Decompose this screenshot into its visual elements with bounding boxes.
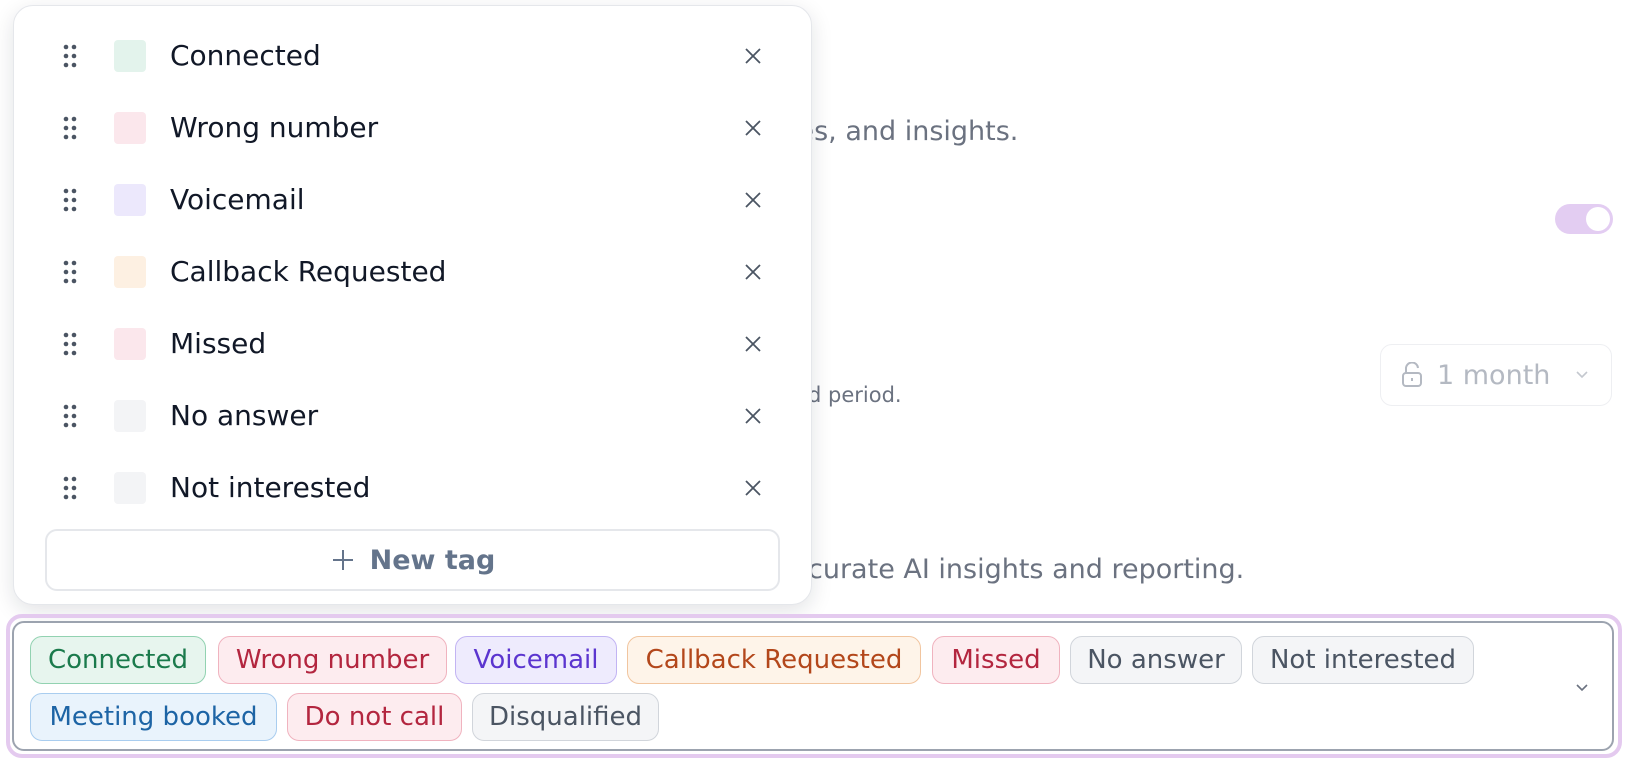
tag-name[interactable]: Wrong number: [170, 111, 378, 144]
tag-row[interactable]: Wrong number: [14, 92, 811, 164]
tag-color-swatch[interactable]: [114, 256, 146, 288]
close-icon[interactable]: [743, 190, 763, 210]
lock-icon: [1402, 362, 1422, 387]
tag-name[interactable]: Missed: [170, 327, 266, 360]
tags-description: curate AI insights and reporting.: [808, 554, 1245, 585]
drag-handle-icon[interactable]: [60, 403, 80, 429]
drag-handle-icon[interactable]: [60, 331, 80, 357]
toggle-knob: [1586, 207, 1610, 231]
drag-handle-icon[interactable]: [60, 115, 80, 141]
close-icon[interactable]: [743, 334, 763, 354]
close-icon[interactable]: [743, 118, 763, 138]
new-tag-label: New tag: [369, 544, 496, 576]
tag-name[interactable]: Voicemail: [170, 183, 305, 216]
tag-color-swatch[interactable]: [114, 184, 146, 216]
selected-tag-chip[interactable]: Do not call: [287, 693, 462, 741]
feature-toggle[interactable]: [1555, 204, 1613, 234]
tag-color-swatch[interactable]: [114, 328, 146, 360]
tag-color-swatch[interactable]: [114, 40, 146, 72]
selected-tag-chip[interactable]: Wrong number: [218, 636, 447, 684]
tag-row[interactable]: Missed: [14, 308, 811, 380]
tag-name[interactable]: Callback Requested: [170, 255, 446, 288]
retention-period-select[interactable]: 1 month: [1380, 344, 1612, 406]
plus-icon: [332, 550, 353, 570]
tag-row[interactable]: Voicemail: [14, 164, 811, 236]
tag-row[interactable]: Connected: [14, 20, 811, 92]
selected-tag-chip[interactable]: Not interested: [1252, 636, 1474, 684]
tag-row[interactable]: Callback Requested: [14, 236, 811, 308]
selected-tag-chip[interactable]: Callback Requested: [627, 636, 921, 684]
close-icon[interactable]: [743, 262, 763, 282]
selected-tag-chip[interactable]: Connected: [30, 636, 206, 684]
close-icon[interactable]: [743, 478, 763, 498]
tag-color-swatch[interactable]: [114, 472, 146, 504]
tag-color-swatch[interactable]: [114, 112, 146, 144]
selected-tag-chip[interactable]: Disqualified: [472, 693, 659, 741]
selected-tag-chip[interactable]: Meeting booked: [30, 693, 277, 741]
tag-editor-panel: Not interested No answer Missed Callback Re…: [13, 5, 812, 605]
chevron-down-icon: [1576, 371, 1588, 379]
tag-name[interactable]: Connected: [170, 39, 321, 72]
close-icon[interactable]: [743, 406, 763, 426]
selected-tag-chip[interactable]: Voicemail: [455, 636, 617, 684]
selected-tag-chip[interactable]: No answer: [1070, 636, 1242, 684]
tag-name[interactable]: Not interested: [170, 471, 370, 504]
close-icon[interactable]: [743, 46, 763, 66]
drag-handle-icon[interactable]: [60, 475, 80, 501]
drag-handle-icon[interactable]: [60, 259, 80, 285]
retention-period-value: 1 month: [1437, 359, 1551, 391]
settings-description: ies, and insights.: [790, 116, 1019, 147]
selected-tag-chip[interactable]: Missed: [932, 636, 1060, 684]
chevron-down-icon[interactable]: [1574, 679, 1590, 695]
drag-handle-icon[interactable]: [60, 43, 80, 69]
tag-name[interactable]: No answer: [170, 399, 318, 432]
new-tag-button[interactable]: New tag: [45, 529, 780, 591]
tag-row[interactable]: No answer: [14, 380, 811, 452]
retention-description: d period.: [808, 383, 902, 407]
drag-handle-icon[interactable]: [60, 187, 80, 213]
tag-color-swatch[interactable]: [114, 400, 146, 432]
tag-row[interactable]: Not interested: [14, 452, 811, 524]
